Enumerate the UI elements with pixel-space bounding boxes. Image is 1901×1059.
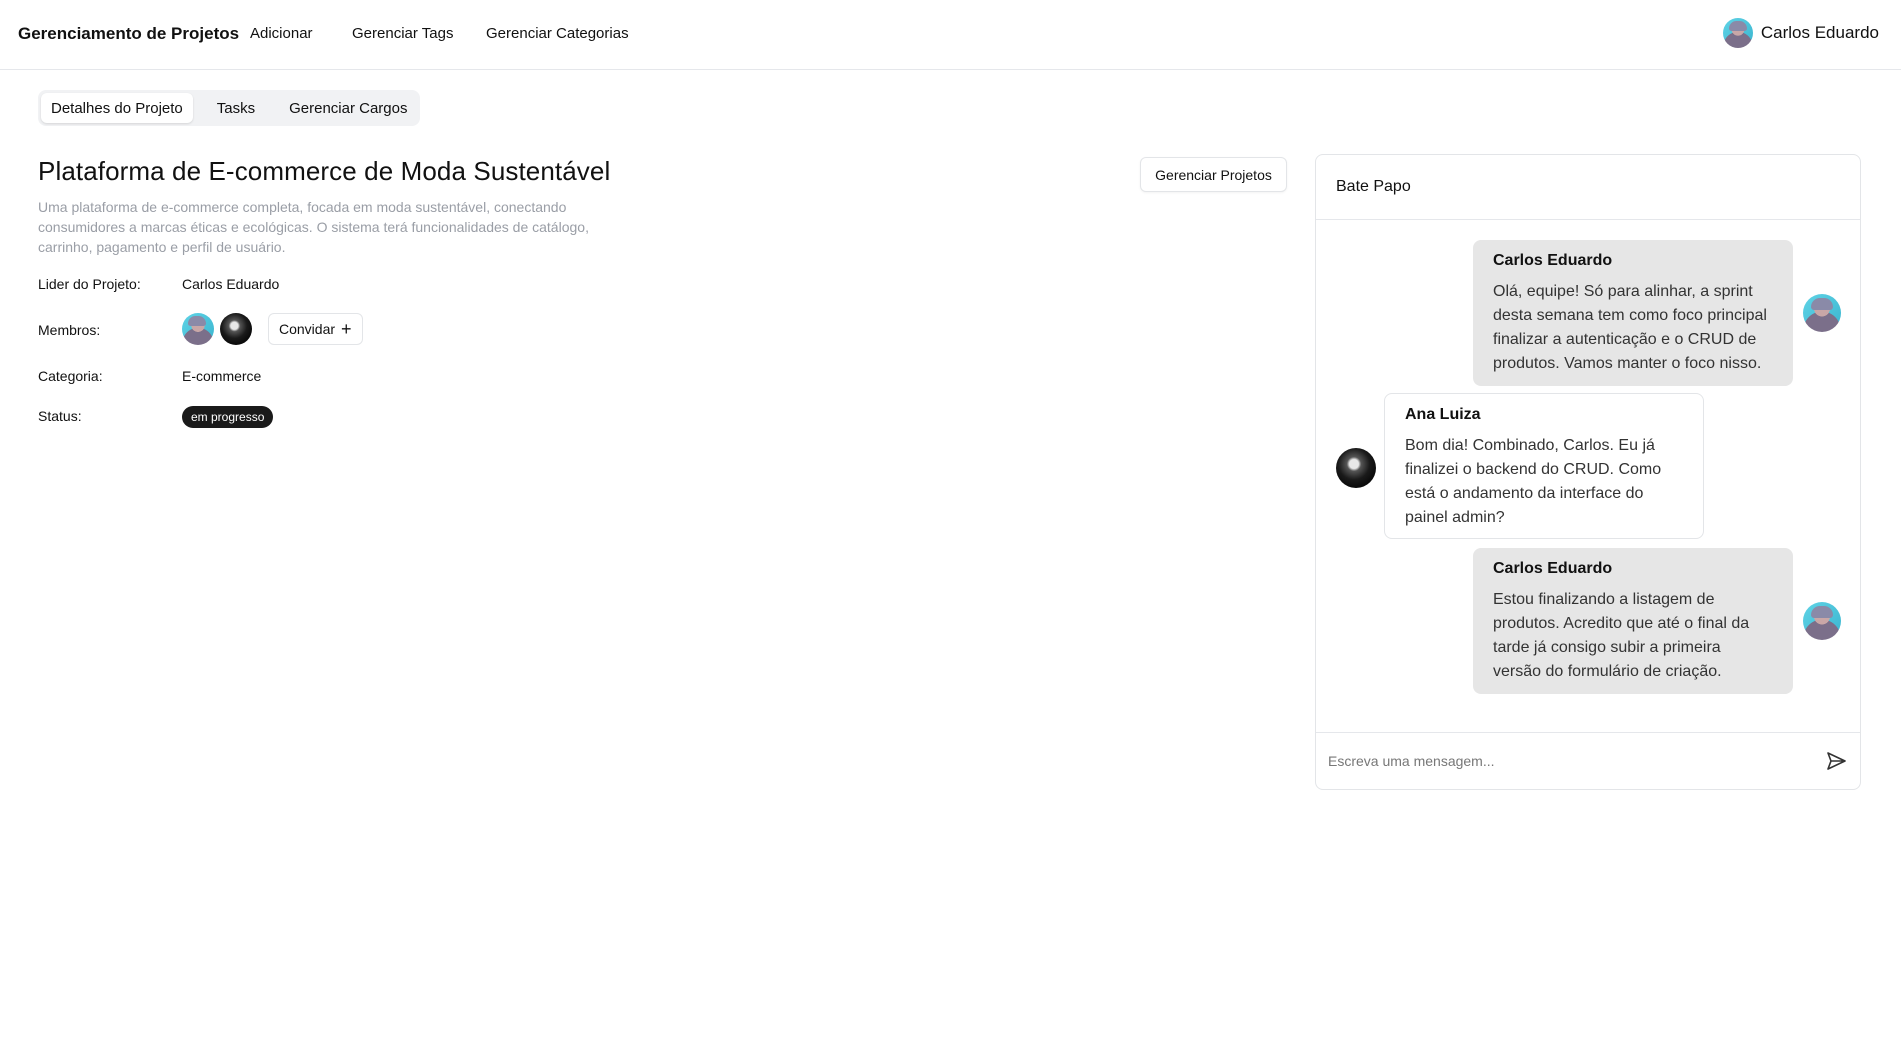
leader-value: Carlos Eduardo (182, 276, 280, 292)
top-navbar: Gerenciamento de Projetos Adicionar Gere… (0, 0, 1901, 70)
nav-link-adicionar[interactable]: Adicionar (250, 25, 313, 42)
message-avatar (1803, 602, 1841, 640)
plus-icon: + (341, 319, 352, 339)
project-title: Plataforma de E-commerce de Moda Sustent… (38, 156, 611, 186)
invite-button[interactable]: Convidar + (268, 313, 363, 345)
message-text: Estou finalizando a listagem de produtos… (1493, 591, 1750, 680)
chat-panel: Bate Papo Carlos Eduardo Olá, equipe! Só… (1315, 154, 1861, 790)
message-author: Ana Luiza (1405, 406, 1481, 423)
nav-link-gerenciar-tags[interactable]: Gerenciar Tags (352, 25, 453, 42)
chat-message: Carlos Eduardo Olá, equipe! Só para alin… (1473, 240, 1793, 386)
user-name: Carlos Eduardo (1760, 23, 1879, 42)
members-list: Convidar + (182, 313, 363, 345)
project-tabs: Detalhes do Projeto Tasks Gerenciar Carg… (38, 90, 421, 126)
chat-composer (1316, 732, 1860, 789)
chat-title: Bate Papo (1316, 155, 1860, 220)
chat-message: Ana Luiza Bom dia! Combinado, Carlos. Eu… (1384, 393, 1704, 539)
chat-message: Carlos Eduardo Estou finalizando a lista… (1473, 548, 1793, 694)
members-label: Membros: (38, 322, 101, 338)
status-badge: em progresso (182, 406, 274, 428)
tab-tasks[interactable]: Tasks (207, 93, 265, 123)
user-avatar (1722, 18, 1753, 48)
tab-detalhes-do-projeto[interactable]: Detalhes do Projeto (41, 93, 193, 123)
message-author: Carlos Eduardo (1493, 252, 1613, 269)
message-avatar (1803, 294, 1841, 332)
member-avatar-ana[interactable] (220, 313, 252, 345)
status-label: Status: (38, 408, 82, 424)
message-author: Carlos Eduardo (1493, 560, 1613, 577)
send-icon[interactable] (1824, 749, 1848, 773)
message-avatar (1336, 448, 1376, 488)
user-menu[interactable]: Carlos Eduardo (1722, 18, 1879, 48)
invite-label: Convidar (279, 321, 336, 337)
message-text: Bom dia! Combinado, Carlos. Eu já finali… (1405, 437, 1662, 526)
manage-projects-button[interactable]: Gerenciar Projetos (1140, 157, 1287, 192)
member-avatar-carlos[interactable] (182, 313, 214, 345)
app-brand[interactable]: Gerenciamento de Projetos (18, 24, 239, 44)
category-label: Categoria: (38, 368, 103, 384)
category-value: E-commerce (182, 368, 262, 384)
message-text: Olá, equipe! Só para alinhar, a sprint d… (1493, 283, 1767, 372)
chat-message-input[interactable] (1328, 753, 1824, 769)
leader-label: Lider do Projeto: (38, 276, 141, 292)
tab-gerenciar-cargos[interactable]: Gerenciar Cargos (279, 93, 417, 123)
chat-messages[interactable]: Carlos Eduardo Olá, equipe! Só para alin… (1316, 220, 1860, 732)
project-description: Uma plataforma de e-commerce completa, f… (38, 199, 589, 255)
nav-link-gerenciar-categorias[interactable]: Gerenciar Categorias (486, 25, 629, 42)
